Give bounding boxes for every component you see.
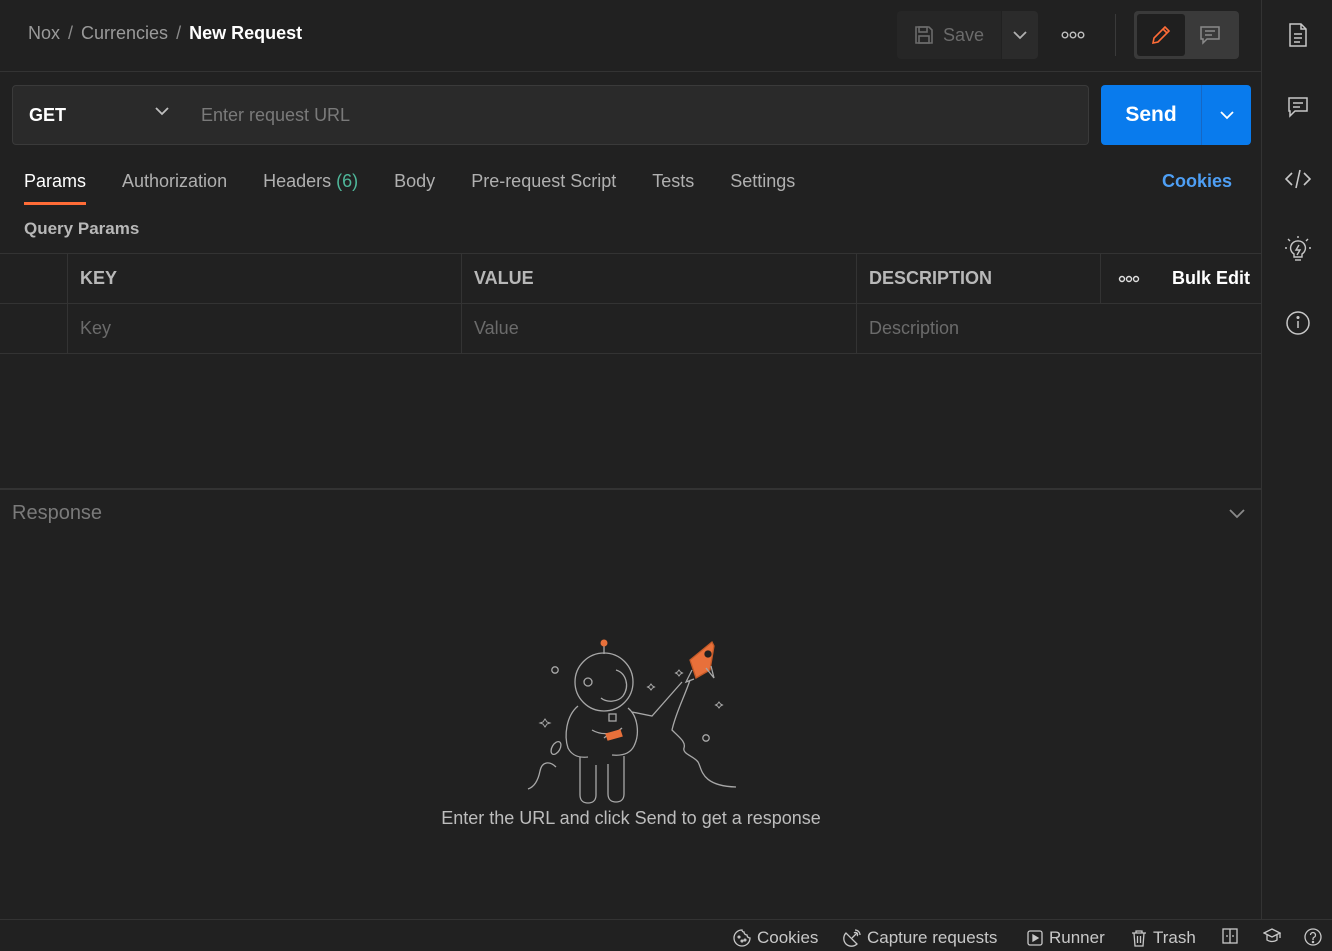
description-input[interactable]: Description xyxy=(856,304,1262,353)
chevron-down-icon xyxy=(1229,509,1245,519)
code-icon xyxy=(1285,169,1311,189)
two-pane-view-button[interactable] xyxy=(1222,928,1244,944)
save-group: Save xyxy=(897,11,1038,59)
runner-label: Runner xyxy=(1049,928,1105,947)
cookie-icon xyxy=(733,929,751,947)
code-snippet-button[interactable] xyxy=(1284,165,1312,193)
tab-settings[interactable]: Settings xyxy=(730,167,795,207)
breadcrumb-request-name[interactable]: New Request xyxy=(189,23,302,43)
row-checkbox-cell xyxy=(0,304,67,353)
info-button[interactable] xyxy=(1284,309,1312,337)
lightbulb-icon xyxy=(1285,236,1311,261)
astronaut-rocket-illustration xyxy=(527,639,737,804)
documentation-icon xyxy=(1289,23,1307,47)
documentation-button[interactable] xyxy=(1284,21,1312,49)
breadcrumb-separator: / xyxy=(68,23,74,43)
chevron-down-icon xyxy=(1219,110,1234,119)
edit-mode-button[interactable] xyxy=(1137,14,1185,56)
toolbar-divider xyxy=(1115,14,1116,56)
trash-icon xyxy=(1132,930,1146,947)
pencil-icon xyxy=(1151,25,1171,45)
breadcrumb-workspace[interactable]: Nox xyxy=(28,23,60,43)
method-select[interactable]: GET xyxy=(12,85,186,145)
table-header-row: KEY VALUE DESCRIPTION Bulk Edit xyxy=(0,254,1262,304)
breadcrumb-separator: / xyxy=(176,23,182,43)
tab-params[interactable]: Params xyxy=(24,167,87,207)
capture-requests-button[interactable]: Capture requests xyxy=(843,928,997,948)
tab-headers-label: Headers xyxy=(263,171,332,191)
help-icon xyxy=(1304,928,1322,946)
response-divider[interactable] xyxy=(0,488,1262,490)
tab-body[interactable]: Body xyxy=(394,167,435,207)
collapse-response-button[interactable] xyxy=(1229,506,1245,524)
trash-button[interactable]: Trash xyxy=(1131,928,1196,948)
send-group: Send xyxy=(1101,85,1251,145)
method-label: GET xyxy=(29,104,67,125)
tab-tests[interactable]: Tests xyxy=(652,167,694,207)
status-cookies-label: Cookies xyxy=(757,928,819,947)
save-options-button[interactable] xyxy=(1002,11,1038,59)
runner-button[interactable]: Runner xyxy=(1027,928,1105,948)
more-actions-button[interactable] xyxy=(1052,22,1094,48)
tab-authorization[interactable]: Authorization xyxy=(122,167,227,207)
column-options-button[interactable] xyxy=(1100,254,1156,303)
two-pane-icon xyxy=(1222,928,1238,944)
help-button[interactable] xyxy=(1304,928,1328,946)
cookies-link[interactable]: Cookies xyxy=(1162,167,1232,195)
send-options-button[interactable] xyxy=(1201,85,1251,145)
comments-button[interactable] xyxy=(1284,93,1312,121)
checkbox-column-header xyxy=(0,254,67,303)
comment-icon xyxy=(1200,26,1220,45)
more-horizontal-icon xyxy=(1061,31,1085,39)
capture-requests-label: Capture requests xyxy=(867,928,998,947)
info-icon xyxy=(1286,311,1310,335)
key-input[interactable]: Key xyxy=(67,304,461,353)
request-tabs: Params Authorization Headers (6) Body Pr… xyxy=(24,167,831,207)
description-column-header: DESCRIPTION xyxy=(856,254,1100,303)
breadcrumb-collection[interactable]: Currencies xyxy=(81,23,168,43)
comment-mode-button[interactable] xyxy=(1185,14,1235,56)
right-sidebar xyxy=(1263,0,1332,919)
value-input[interactable]: Value xyxy=(461,304,856,353)
bootcamp-button[interactable] xyxy=(1263,928,1287,944)
headers-count-badge: (6) xyxy=(336,171,359,191)
status-cookies-button[interactable]: Cookies xyxy=(733,928,818,948)
empty-response-message: Enter the URL and click Send to get a re… xyxy=(441,808,821,828)
request-header: Nox / Currencies / New Request Save xyxy=(0,0,1262,72)
query-params-title: Query Params xyxy=(24,219,140,238)
save-icon xyxy=(915,26,933,44)
related-collections-button[interactable] xyxy=(1284,236,1312,264)
status-bar: Cookies Capture requests Runner Trash xyxy=(0,919,1332,951)
graduation-cap-icon xyxy=(1263,928,1281,943)
save-label: Save xyxy=(943,24,985,45)
trash-label: Trash xyxy=(1153,928,1196,947)
save-button[interactable]: Save xyxy=(897,11,1001,59)
key-column-header: KEY xyxy=(67,254,461,303)
table-row: Key Value Description xyxy=(0,304,1262,354)
main-panel: Nox / Currencies / New Request Save GET … xyxy=(0,0,1262,919)
tab-pre-request-script[interactable]: Pre-request Script xyxy=(471,167,616,207)
response-title: Response xyxy=(12,502,103,524)
bulk-edit-button[interactable]: Bulk Edit xyxy=(1156,254,1262,303)
satellite-icon xyxy=(843,929,861,947)
tab-headers[interactable]: Headers (6) xyxy=(263,167,358,207)
breadcrumb: Nox / Currencies / New Request xyxy=(28,23,302,44)
chevron-down-icon xyxy=(1013,30,1027,39)
chevron-down-icon xyxy=(155,107,169,116)
send-button[interactable]: Send xyxy=(1101,85,1201,145)
comments-icon xyxy=(1288,97,1308,118)
query-params-table: KEY VALUE DESCRIPTION Bulk Edit Key Valu… xyxy=(0,253,1262,354)
more-horizontal-icon xyxy=(1118,275,1139,282)
value-column-header: VALUE xyxy=(461,254,856,303)
url-input[interactable] xyxy=(185,85,1089,145)
mode-toggle xyxy=(1134,11,1239,59)
runner-icon xyxy=(1027,930,1043,946)
